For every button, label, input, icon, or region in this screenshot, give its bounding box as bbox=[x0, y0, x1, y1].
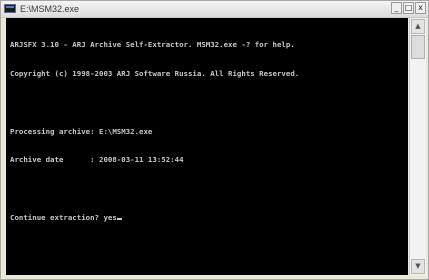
scroll-down-icon[interactable]: ▼ bbox=[411, 259, 425, 274]
close-button[interactable]: x bbox=[415, 2, 426, 14]
console-app-icon[interactable] bbox=[4, 4, 16, 13]
vertical-scrollbar[interactable]: ▲ ▼ bbox=[409, 18, 426, 275]
title-bar[interactable]: E:\MSM32.exe _ □ x bbox=[1, 1, 428, 18]
minimize-button[interactable]: _ bbox=[391, 2, 402, 14]
console-line-processing: Processing archive: E:\MSM32.exe bbox=[10, 126, 153, 136]
console-line-copyright: Copyright (c) 1998-2003 ARJ Software Rus… bbox=[10, 68, 300, 78]
window-title: E:\MSM32.exe bbox=[20, 4, 80, 14]
window-controls: _ □ x bbox=[391, 2, 426, 15]
prompt-text: Continue extraction? yes bbox=[10, 212, 117, 222]
text-cursor bbox=[116, 217, 122, 220]
console-window: E:\MSM32.exe _ □ x ARJSFX 3.10 - ARJ Arc… bbox=[0, 0, 429, 280]
console-line-banner: ARJSFX 3.10 - ARJ Archive Self-Extractor… bbox=[10, 40, 295, 50]
console-line-archive-date: Archive date : 2008-03-11 13:52:44 bbox=[10, 155, 184, 165]
console-line-prompt[interactable]: Continue extraction? yes bbox=[10, 213, 404, 223]
scrollbar-thumb[interactable] bbox=[411, 35, 425, 59]
console-output[interactable]: ARJSFX 3.10 - ARJ Archive Self-Extractor… bbox=[6, 18, 408, 275]
scroll-up-icon[interactable]: ▲ bbox=[411, 19, 425, 34]
console-line-blank bbox=[10, 184, 404, 194]
maximize-button[interactable]: □ bbox=[403, 2, 414, 14]
console-line-blank bbox=[10, 98, 404, 108]
